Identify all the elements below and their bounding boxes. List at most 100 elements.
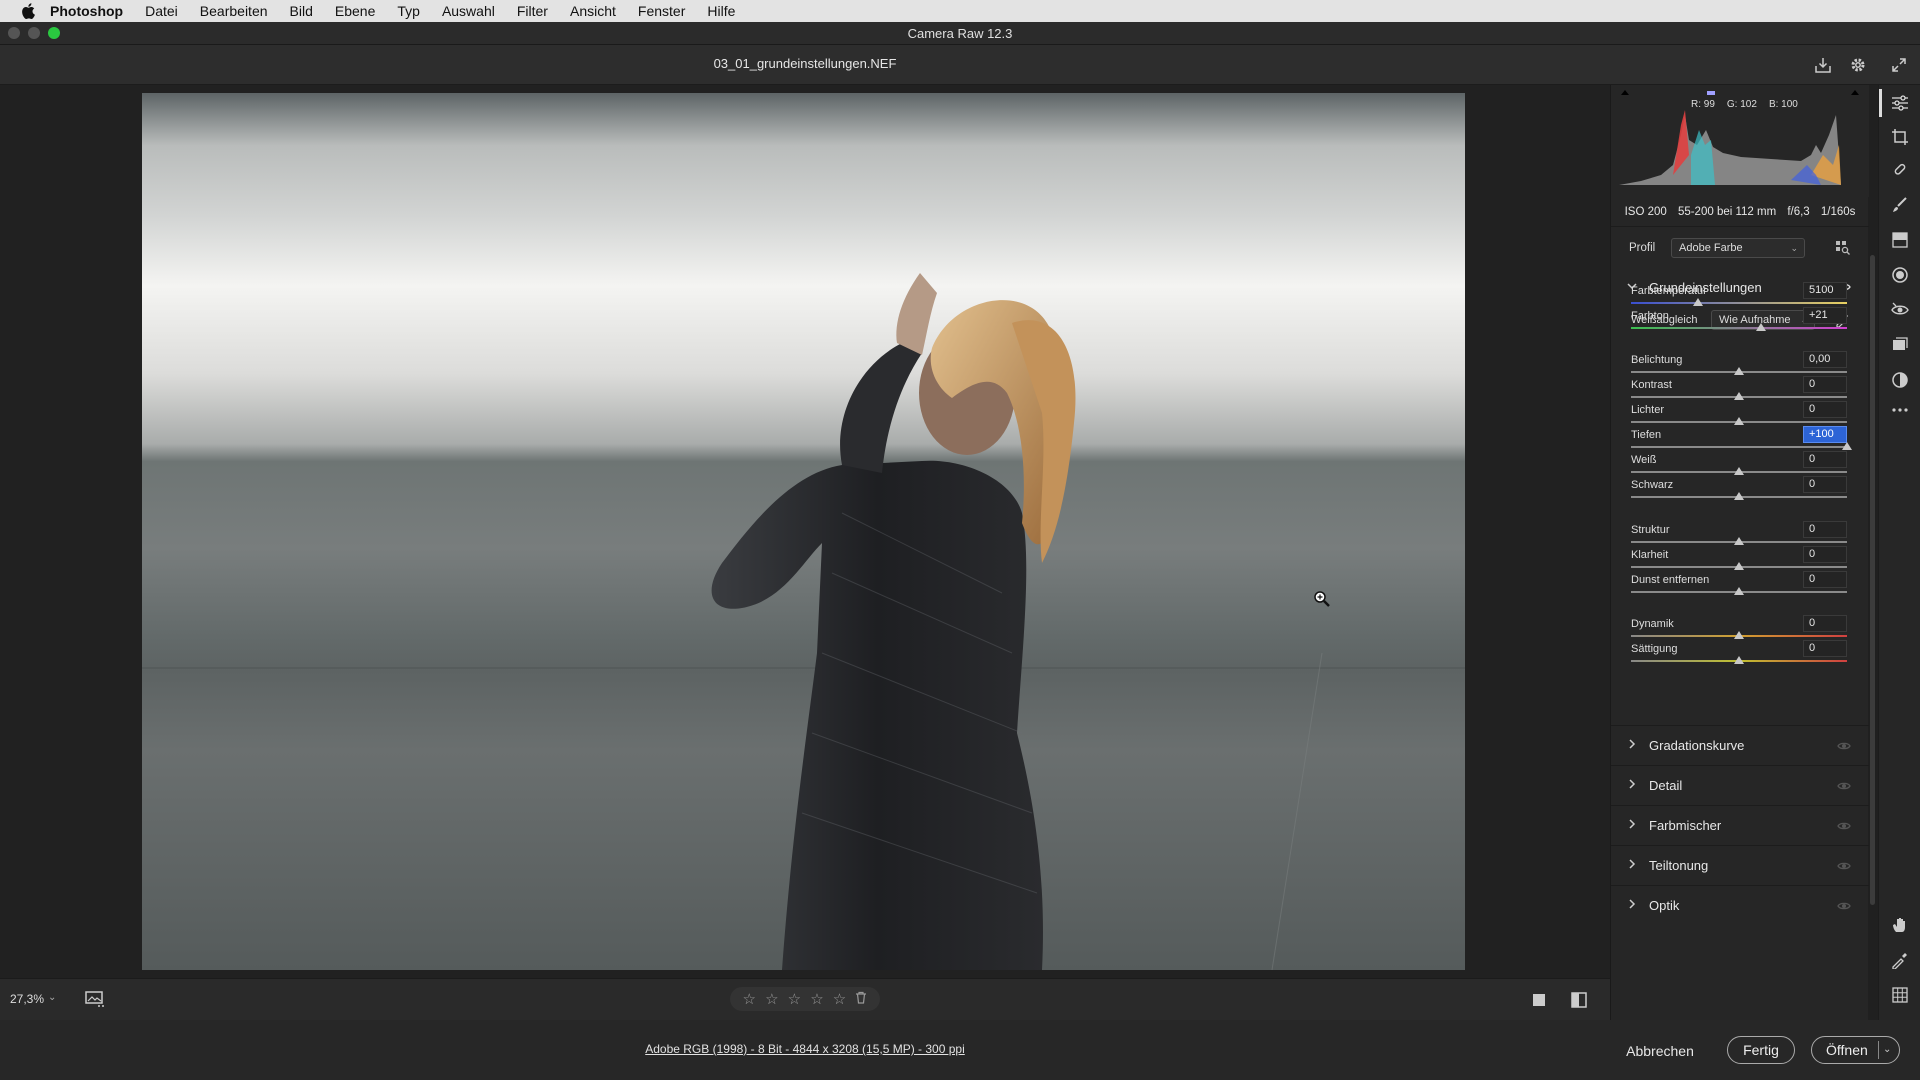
slider-shadows-label: Tiefen (1631, 429, 1662, 441)
slider-dehaze-value[interactable]: 0 (1803, 571, 1847, 588)
slider-dehaze-thumb[interactable] (1734, 587, 1744, 595)
slider-vibrance-value[interactable]: 0 (1803, 615, 1847, 632)
zoom-level[interactable]: 27,3% (10, 992, 44, 1006)
slider-shadows-value[interactable]: +100 (1803, 426, 1847, 443)
star-icon[interactable]: ☆ (833, 990, 846, 1008)
menu-ebene[interactable]: Ebene (335, 3, 375, 19)
eye-icon[interactable] (1837, 780, 1851, 790)
menu-bearbeiten[interactable]: Bearbeiten (200, 3, 268, 19)
more-options-icon[interactable] (1890, 400, 1910, 420)
menu-bild[interactable]: Bild (290, 3, 313, 19)
done-button[interactable]: Fertig (1727, 1036, 1795, 1064)
white-balance-tool-icon[interactable] (1890, 950, 1910, 970)
menu-hilfe[interactable]: Hilfe (707, 3, 735, 19)
slider-shadows-track[interactable] (1631, 446, 1847, 448)
hand-tool-icon[interactable] (1890, 915, 1910, 935)
slider-saturation-value[interactable]: 0 (1803, 640, 1847, 657)
exif-info: ISO 200 55-200 bei 112 mm f/6,3 1/160s (1611, 197, 1869, 227)
slider-temperature-value[interactable]: 5100 (1803, 282, 1847, 299)
photo-subject-illustration (142, 273, 1465, 970)
slider-clarity-thumb[interactable] (1734, 562, 1744, 570)
slider-tint-thumb[interactable] (1755, 323, 1766, 331)
section-split-toning-header[interactable]: Teiltonung (1611, 845, 1869, 885)
eye-icon[interactable] (1837, 900, 1851, 910)
grid-icon[interactable] (1890, 985, 1910, 1005)
slider-vibrance-label: Dynamik (1631, 618, 1674, 630)
panel-scrollbar[interactable] (1870, 255, 1875, 905)
chevron-down-icon[interactable]: ⌄ (48, 992, 56, 1003)
adjustment-brush-icon[interactable] (1890, 195, 1910, 215)
menu-typ[interactable]: Typ (397, 3, 420, 19)
graduated-filter-icon[interactable] (1890, 230, 1910, 250)
window-maximize-button[interactable] (48, 27, 60, 39)
filmstrip-icon[interactable] (84, 990, 106, 1008)
open-button[interactable]: Öffnen ⌄ (1811, 1036, 1900, 1064)
slider-blacks-value[interactable]: 0 (1803, 476, 1847, 493)
slider-temperature-thumb[interactable] (1692, 298, 1703, 306)
slider-tint-track[interactable] (1631, 327, 1847, 329)
apple-logo-icon[interactable] (20, 3, 36, 19)
section-optics-header[interactable]: Optik (1611, 885, 1869, 925)
menu-ansicht[interactable]: Ansicht (570, 3, 616, 19)
star-icon[interactable]: ☆ (743, 990, 756, 1008)
star-icon[interactable]: ☆ (810, 990, 823, 1008)
slider-shadows-thumb[interactable] (1842, 442, 1852, 450)
menu-filter[interactable]: Filter (517, 3, 548, 19)
slider-exposure-value[interactable]: 0,00 (1803, 351, 1847, 368)
slider-whites-value[interactable]: 0 (1803, 451, 1847, 468)
slider-contrast-label: Kontrast (1631, 379, 1672, 391)
profile-browser-icon[interactable] (1835, 239, 1851, 255)
red-eye-icon[interactable] (1890, 300, 1910, 320)
before-after-view-icon[interactable] (1570, 991, 1588, 1009)
healing-brush-icon[interactable] (1890, 160, 1910, 180)
gear-icon[interactable] (1848, 55, 1868, 75)
slider-saturation-label: Sättigung (1631, 643, 1678, 655)
slider-blacks-label: Schwarz (1631, 479, 1674, 491)
chevron-right-icon (1627, 779, 1639, 792)
profile-dropdown[interactable]: Adobe Farbe ⌄ (1671, 238, 1805, 258)
slider-tint-value[interactable]: +21 (1803, 307, 1847, 324)
radial-filter-icon[interactable] (1890, 265, 1910, 285)
slider-whites-thumb[interactable] (1734, 467, 1744, 475)
slider-texture-thumb[interactable] (1734, 537, 1744, 545)
workflow-options-link[interactable]: Adobe RGB (1998) - 8 Bit - 4844 x 3208 (… (0, 1042, 1610, 1056)
crop-icon[interactable] (1890, 127, 1910, 147)
eye-icon[interactable] (1837, 820, 1851, 830)
slider-saturation-thumb[interactable] (1734, 656, 1744, 664)
star-icon[interactable]: ☆ (788, 990, 801, 1008)
slider-highlights-value[interactable]: 0 (1803, 401, 1847, 418)
slider-temperature-track[interactable] (1631, 302, 1847, 304)
slider-vibrance-thumb[interactable] (1734, 631, 1744, 639)
menu-datei[interactable]: Datei (145, 3, 178, 19)
cancel-button[interactable]: Abbrechen (1620, 1038, 1700, 1064)
chevron-down-icon[interactable]: ⌄ (1883, 1037, 1891, 1063)
eye-icon[interactable] (1837, 740, 1851, 750)
menu-app-photoshop[interactable]: Photoshop (50, 3, 123, 19)
star-icon[interactable]: ☆ (765, 990, 778, 1008)
trash-icon[interactable] (855, 991, 867, 1008)
edit-sliders-icon[interactable] (1879, 89, 1910, 117)
window-minimize-button[interactable] (28, 27, 40, 39)
image-canvas[interactable] (0, 85, 1610, 978)
slider-contrast-thumb[interactable] (1734, 392, 1744, 400)
photo-preview[interactable] (142, 93, 1465, 970)
snapshots-icon[interactable] (1890, 335, 1910, 355)
window-close-button[interactable] (8, 27, 20, 39)
section-color-mixer-header[interactable]: Farbmischer (1611, 805, 1869, 845)
fullscreen-icon[interactable] (1889, 55, 1909, 75)
slider-contrast-value[interactable]: 0 (1803, 376, 1847, 393)
eye-icon[interactable] (1837, 860, 1851, 870)
adjustment-panel: R: 99 G: 102 B: 100 ISO 200 55-200 bei 1… (1610, 85, 1869, 1020)
single-view-icon[interactable] (1531, 992, 1547, 1008)
section-detail-header[interactable]: Detail (1611, 765, 1869, 805)
slider-texture-value[interactable]: 0 (1803, 521, 1847, 538)
slider-blacks-thumb[interactable] (1734, 492, 1744, 500)
menu-auswahl[interactable]: Auswahl (442, 3, 495, 19)
presets-icon[interactable] (1890, 370, 1910, 390)
slider-highlights-thumb[interactable] (1734, 417, 1744, 425)
slider-exposure-thumb[interactable] (1734, 367, 1744, 375)
slider-clarity-value[interactable]: 0 (1803, 546, 1847, 563)
save-image-icon[interactable] (1813, 55, 1833, 75)
menu-fenster[interactable]: Fenster (638, 3, 685, 19)
section-tone-curve-header[interactable]: Gradationskurve (1611, 725, 1869, 765)
